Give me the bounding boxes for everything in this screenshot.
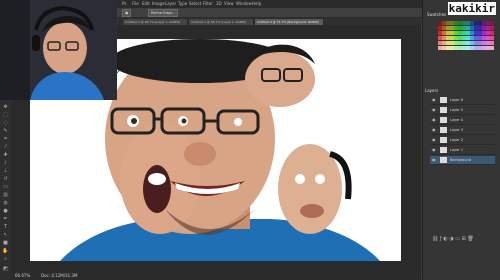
visibility-eye-icon[interactable]: ◉ bbox=[432, 117, 436, 122]
eraser-tool-icon[interactable]: ▭ bbox=[2, 184, 9, 190]
color-swatch[interactable] bbox=[490, 31, 494, 35]
menu-select[interactable]: Select bbox=[189, 1, 201, 6]
menu-ps[interactable]: Ps bbox=[122, 1, 126, 6]
history-brush-tool-icon[interactable]: ↺ bbox=[2, 176, 9, 182]
link-layers-icon[interactable]: ⛓ bbox=[432, 236, 438, 242]
quick-select-tool-icon[interactable]: ✎ bbox=[2, 128, 9, 134]
document-size: Doc: 4.12M/31.3M bbox=[41, 273, 78, 278]
layer-name: Layer 1 bbox=[450, 148, 464, 152]
layer-thumbnail bbox=[440, 137, 447, 143]
crop-tool-icon[interactable]: ⌗ bbox=[2, 136, 9, 142]
layer-thumbnail bbox=[440, 127, 447, 133]
menu-type[interactable]: Type bbox=[178, 1, 187, 6]
streamer-webcam bbox=[0, 0, 117, 100]
menu-view[interactable]: View bbox=[224, 1, 234, 6]
layer-thumbnail bbox=[440, 147, 447, 153]
layer-row[interactable]: ◉ Layer 1 bbox=[430, 146, 495, 155]
blur-tool-icon[interactable]: ◍ bbox=[2, 200, 9, 206]
dodge-tool-icon[interactable]: ● bbox=[2, 208, 9, 214]
zoom-tool-icon[interactable]: ⌕ bbox=[2, 256, 9, 262]
tool-preset-picker[interactable]: ▣ bbox=[122, 9, 132, 17]
new-group-icon[interactable]: ▭ bbox=[455, 236, 460, 242]
menu-filter[interactable]: Filter bbox=[203, 1, 213, 6]
layer-name: Layer 2 bbox=[450, 138, 464, 142]
hand-tool-icon[interactable]: ✋ bbox=[2, 248, 9, 254]
marquee-tool-icon[interactable]: ⬚ bbox=[2, 112, 9, 118]
color-swatch[interactable] bbox=[490, 21, 494, 25]
pen-tool-icon[interactable]: ✒ bbox=[2, 216, 9, 222]
visibility-eye-icon[interactable]: ◉ bbox=[432, 127, 436, 132]
clone-stamp-tool-icon[interactable]: ⊥ bbox=[2, 168, 9, 174]
color-swatch[interactable] bbox=[490, 46, 494, 50]
layer-thumbnail bbox=[440, 157, 447, 163]
layer-style-icon[interactable]: ƒ bbox=[440, 236, 442, 242]
visibility-eye-icon[interactable]: ◉ bbox=[432, 137, 436, 142]
status-bar: 66.67% Doc: 4.12M/31.3M bbox=[11, 270, 421, 280]
zoom-level[interactable]: 66.67% bbox=[15, 273, 30, 278]
menu-window[interactable]: Window bbox=[236, 1, 252, 6]
layer-thumbnail bbox=[440, 117, 447, 123]
layer-thumbnail bbox=[440, 97, 447, 103]
menu-layer[interactable]: Layer bbox=[165, 1, 176, 6]
layer-row[interactable]: ◉ Layer 2 bbox=[430, 136, 495, 145]
color-swatch[interactable] bbox=[490, 26, 494, 30]
delete-layer-icon[interactable]: 🗑 bbox=[467, 236, 473, 242]
layer-name: Layer 5 bbox=[450, 108, 464, 112]
color-swatch-icon[interactable]: ◩ bbox=[2, 266, 9, 272]
color-swatch[interactable] bbox=[490, 36, 494, 40]
channel-watermark: kakikir bbox=[447, 2, 496, 15]
visibility-eye-icon[interactable]: ◉ bbox=[432, 157, 436, 162]
visibility-eye-icon[interactable]: ◉ bbox=[432, 97, 436, 102]
menu-file[interactable]: File bbox=[132, 1, 139, 6]
shape-tool-icon[interactable]: ■ bbox=[2, 240, 9, 246]
menu-help[interactable]: Help bbox=[252, 1, 261, 6]
layer-name: Layer 6 bbox=[450, 98, 464, 102]
swatches-grid[interactable] bbox=[438, 17, 496, 51]
menu-3d[interactable]: 3D bbox=[216, 1, 222, 6]
brush-tool-icon[interactable]: ∕ bbox=[2, 160, 9, 166]
add-mask-icon[interactable]: ◐ bbox=[443, 236, 447, 242]
layer-thumbnail bbox=[440, 107, 447, 113]
layer-name: Background bbox=[450, 158, 471, 162]
move-tool-icon[interactable]: ✥ bbox=[2, 104, 9, 110]
layer-row[interactable]: ◉ Layer 6 bbox=[430, 96, 495, 105]
menu-image[interactable]: Image bbox=[152, 1, 165, 6]
healing-tool-icon[interactable]: ✚ bbox=[2, 152, 9, 158]
layer-name: Layer 3 bbox=[450, 128, 464, 132]
color-swatch[interactable] bbox=[490, 41, 494, 45]
layers-footer: ⛓ ƒ ◐ ◑ ▭ ⊞ 🗑 bbox=[432, 236, 492, 244]
adjustment-layer-icon[interactable]: ◑ bbox=[449, 236, 453, 242]
document-tab-bar: Untitled-2 @ 66.7% (Layer 1, RGB/8) Unti… bbox=[118, 17, 421, 26]
layer-row[interactable]: ◉ Layer 3 bbox=[430, 126, 495, 135]
layer-name: Layer 4 bbox=[450, 118, 464, 122]
eyedropper-tool-icon[interactable]: ⁄ bbox=[2, 144, 9, 150]
visibility-eye-icon[interactable]: ◉ bbox=[432, 107, 436, 112]
layer-row[interactable]: ◉ Layer 4 bbox=[430, 116, 495, 125]
menu-edit[interactable]: Edit bbox=[142, 1, 150, 6]
layer-row[interactable]: ◉ Background bbox=[430, 156, 495, 165]
webcam-overlay bbox=[0, 0, 117, 100]
refine-edge-button[interactable]: Refine Edge... bbox=[148, 9, 179, 17]
layer-row[interactable]: ◉ Layer 5 bbox=[430, 106, 495, 115]
layers-panel-title[interactable]: Layers bbox=[425, 88, 438, 93]
visibility-eye-icon[interactable]: ◉ bbox=[432, 147, 436, 152]
path-select-tool-icon[interactable]: ↖ bbox=[2, 232, 9, 238]
type-tool-icon[interactable]: T bbox=[2, 224, 9, 230]
new-layer-icon[interactable]: ⊞ bbox=[462, 236, 466, 242]
gradient-tool-icon[interactable]: ▥ bbox=[2, 192, 9, 198]
tools-panel: ✥ ⬚ ◌ ✎ ⌗ ⁄ ✚ ∕ ⊥ ↺ ▭ ▥ ◍ ● ✒ T ↖ ■ ✋ ⌕ … bbox=[0, 100, 11, 280]
lasso-tool-icon[interactable]: ◌ bbox=[2, 120, 9, 126]
